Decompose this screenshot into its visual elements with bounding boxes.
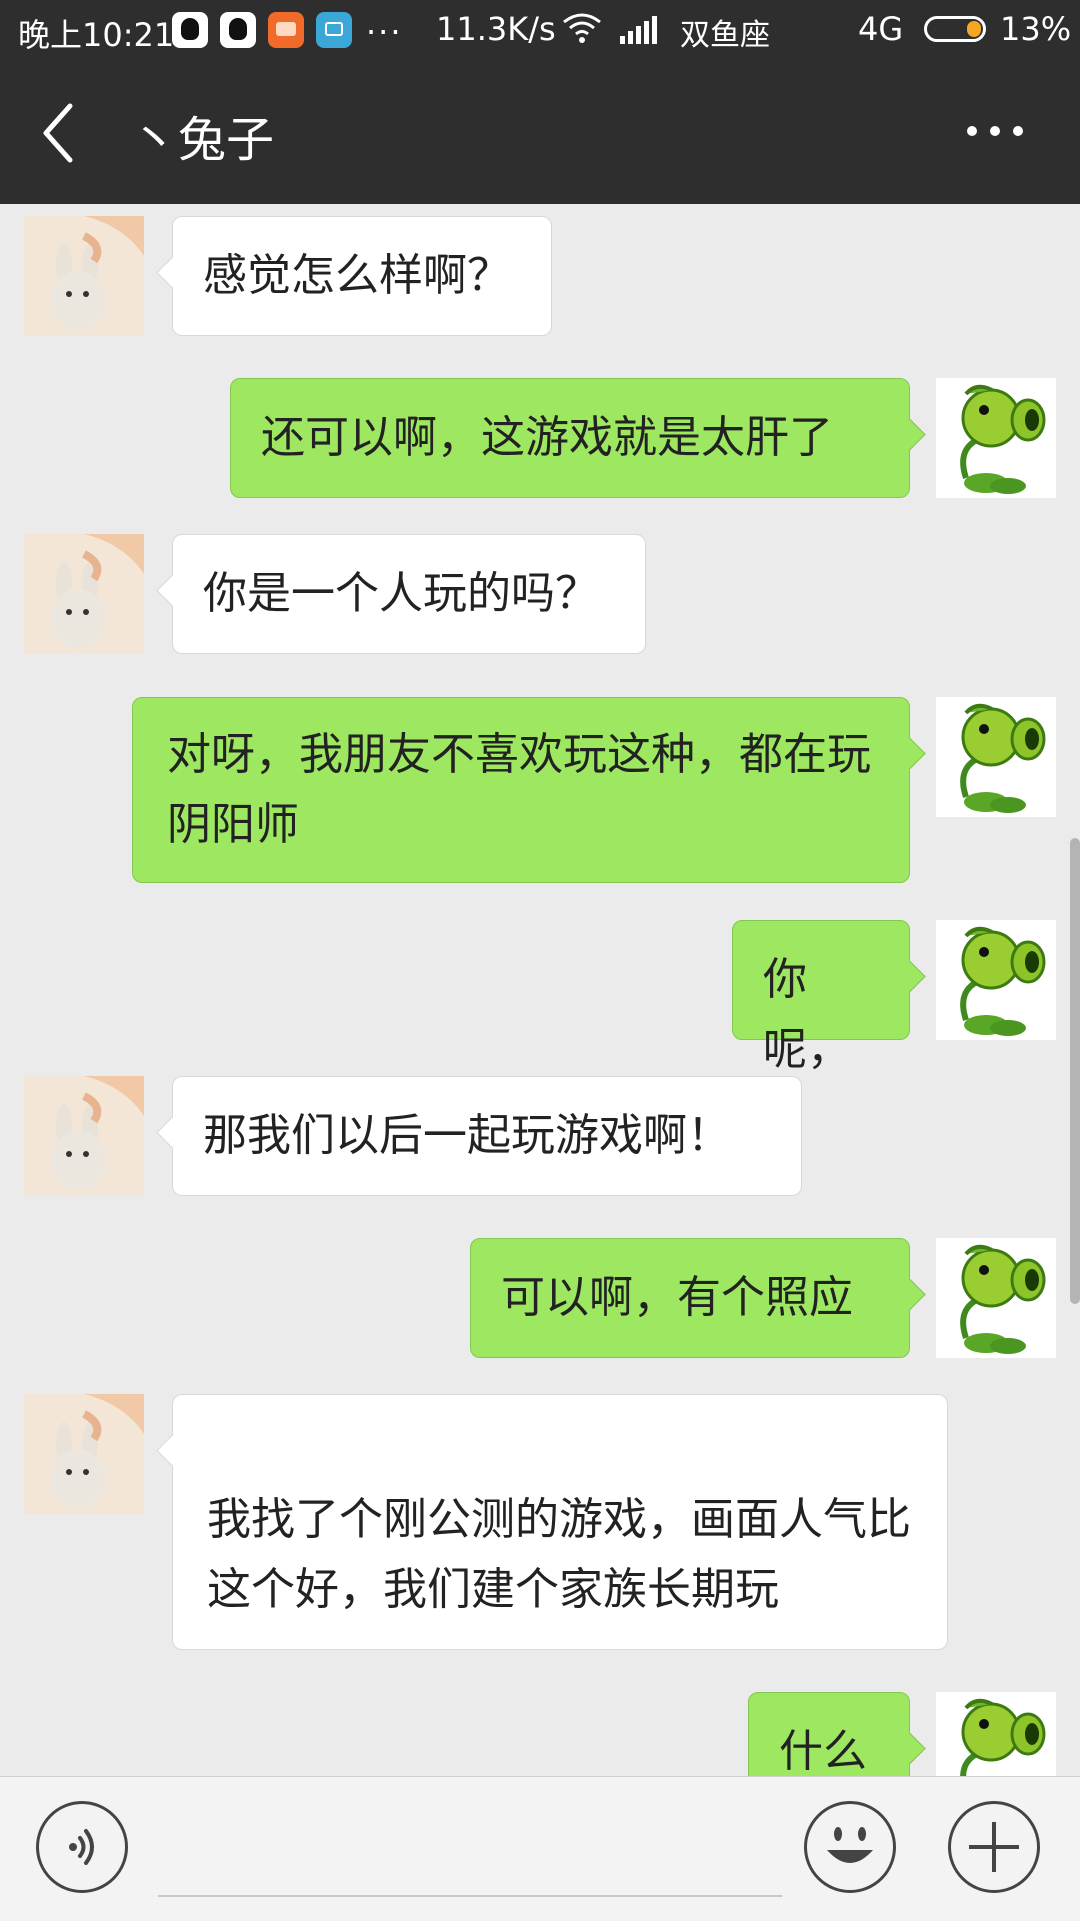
contact-avatar[interactable] — [24, 534, 144, 654]
self-avatar[interactable] — [936, 1238, 1056, 1358]
emoji-button[interactable] — [804, 1801, 896, 1893]
voice-icon — [69, 1829, 94, 1865]
status-bar: 晚上10:21 ... 11.3K/s 双鱼座 4G 13% — [0, 0, 1080, 62]
contact-avatar[interactable] — [24, 216, 144, 336]
back-arrow-icon — [43, 103, 73, 163]
more-dots-icon — [967, 126, 1023, 136]
chat-title: 丶兔子 — [130, 112, 275, 168]
outgoing-message-bubble[interactable]: 还可以啊，这游戏就是太肝了 — [230, 378, 910, 498]
network-type: 4G — [858, 10, 904, 48]
outgoing-message-bubble[interactable]: 什么 — [748, 1692, 910, 1776]
battery-icon — [924, 16, 986, 42]
incoming-message-bubble[interactable]: 感觉怎么样啊？ — [172, 216, 552, 336]
back-button[interactable] — [36, 98, 96, 168]
chat-header: 丶兔子 — [0, 62, 1080, 204]
outgoing-message-bubble[interactable]: 你呢， — [732, 920, 910, 1075]
outgoing-message-bubble[interactable]: 对呀，我朋友不喜欢玩这种，都在玩阴阳师 — [132, 697, 910, 883]
message-list[interactable]: 感觉怎么样啊？ 还可以啊，这游戏就是太肝了 你是一个人玩的吗？ 对呀，我朋友不喜… — [0, 204, 1080, 1776]
incoming-message-bubble[interactable]: 你是一个人玩的吗？ — [172, 534, 646, 654]
incoming-message-bubble[interactable]: 那我们以后一起玩游戏啊！ — [172, 1076, 802, 1196]
battery-percent: 13% — [1000, 10, 1072, 48]
qq-icon — [220, 12, 256, 48]
taobao-icon — [268, 12, 304, 48]
plus-button[interactable] — [948, 1801, 1040, 1893]
voice-button[interactable] — [36, 1801, 128, 1893]
incoming-message-bubble[interactable]: 我找了个刚公测的游戏，画面人气比这个好，我们建个家族长期玩 — [172, 1394, 948, 1650]
self-avatar[interactable] — [936, 697, 1056, 817]
self-avatar[interactable] — [936, 378, 1056, 498]
notification-icons — [172, 12, 352, 48]
contact-avatar[interactable] — [24, 1394, 144, 1514]
signal-icon — [620, 14, 657, 44]
network-speed: 11.3K/s — [436, 10, 556, 48]
status-time: 晚上10:21 — [18, 16, 175, 54]
self-avatar[interactable] — [936, 1692, 1056, 1776]
input-bar — [0, 1776, 1080, 1921]
message-input[interactable] — [158, 1807, 782, 1897]
more-button[interactable] — [960, 106, 1030, 156]
outgoing-message-bubble[interactable]: 可以啊，有个照应 — [470, 1238, 910, 1358]
plus-icon — [969, 1822, 1019, 1872]
wifi-icon — [562, 12, 602, 52]
qq-icon — [172, 12, 208, 48]
carrier-name: 双鱼座 — [680, 18, 770, 53]
more-notifications-indicator: ... — [366, 4, 403, 42]
contact-avatar[interactable] — [24, 1076, 144, 1196]
emoji-icon — [827, 1827, 873, 1863]
self-avatar[interactable] — [936, 920, 1056, 1040]
scrollbar[interactable] — [1070, 838, 1080, 1304]
app-icon — [316, 12, 352, 48]
